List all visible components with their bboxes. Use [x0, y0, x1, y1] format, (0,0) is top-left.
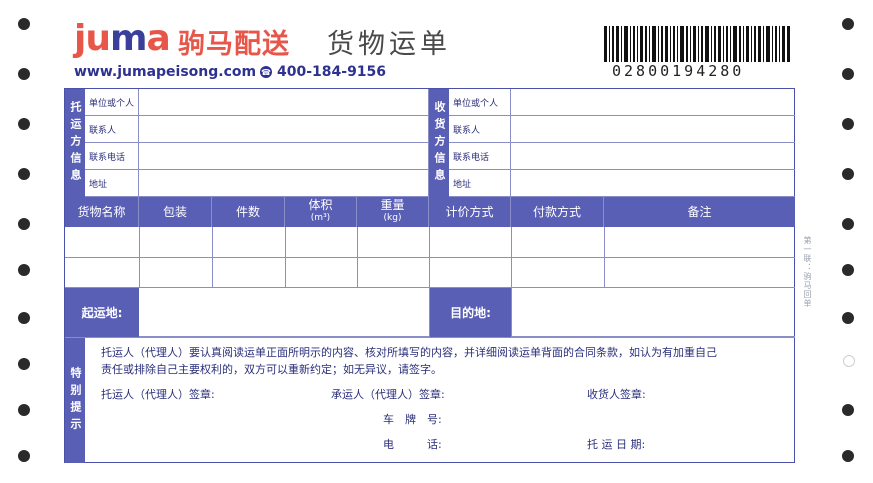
grid-line: [604, 227, 605, 287]
phone-number: ☎ 400-184-9156: [260, 64, 386, 80]
feed-hole: [18, 68, 30, 80]
notice-line: 责任或排除自己主要权利的，双方可以重新约定；如无异议，请签字。: [101, 363, 442, 376]
grid-line: [357, 227, 358, 287]
shipper-contact-field[interactable]: [139, 116, 429, 143]
feed-hole: [842, 312, 854, 324]
notice-line: 托运人（代理人）要认真阅读运单正面所明示的内容、核对所填写的内容，并详细阅读运单…: [101, 346, 717, 359]
special-notice-label: 特别提示: [65, 338, 85, 463]
receiver-address-field[interactable]: [511, 170, 795, 197]
feed-hole: [18, 264, 30, 276]
shipper-phone-field[interactable]: [139, 143, 429, 170]
packing-header: 包装: [139, 197, 212, 227]
receiver-phone-label: 联系电话: [449, 143, 511, 170]
receiver-section-label: 收货方信息: [429, 89, 449, 197]
barcode-number: 02800194280: [612, 62, 745, 80]
receiver-company-field[interactable]: [511, 89, 795, 116]
ship-date[interactable]: 托 运 日 期:: [587, 436, 645, 452]
receiver-company-label: 单位或个人: [449, 89, 511, 116]
origin-label: 起运地:: [65, 288, 139, 337]
feed-hole: [18, 404, 30, 416]
waybill-form: 托运方信息 收货方信息 单位或个人 联系人 联系电话 地址 单位或个人 联系人 …: [64, 88, 795, 463]
pricing-header: 计价方式: [429, 197, 511, 227]
feed-hole: [842, 168, 854, 180]
document-title: 货物运单: [327, 29, 451, 60]
feed-hole: [18, 18, 30, 30]
receiver-address-label: 地址: [449, 170, 511, 197]
logo-mark: j u m a: [74, 18, 171, 59]
phone-icon: ☎: [260, 66, 272, 78]
payment-header: 付款方式: [511, 197, 604, 227]
shipper-phone-label: 联系电话: [85, 143, 139, 170]
feed-hole: [842, 264, 854, 276]
barcode: [604, 26, 790, 62]
feed-hole: [843, 355, 855, 367]
shipper-contact-label: 联系人: [85, 116, 139, 143]
feed-hole: [18, 450, 30, 462]
count-header: 件数: [212, 197, 285, 227]
volume-header: 体积 (m³): [285, 197, 357, 227]
receiver-contact-field[interactable]: [511, 116, 795, 143]
carrier-signature[interactable]: 承运人（代理人）签章:: [331, 386, 445, 402]
feed-hole: [842, 118, 854, 130]
origin-field[interactable]: [139, 288, 429, 337]
shipper-section-label: 托运方信息: [65, 89, 85, 197]
destination-field[interactable]: [511, 288, 795, 337]
grid-line: [212, 227, 213, 287]
volume-unit: (m³): [310, 213, 331, 223]
copy-note: 第一联：驹马回单: [803, 236, 812, 308]
feed-hole: [842, 68, 854, 80]
feed-hole: [18, 358, 30, 370]
feed-hole: [842, 450, 854, 462]
weight-header: 重量 (kg): [357, 197, 429, 227]
shipper-signature[interactable]: 托运人（代理人）签章:: [101, 386, 215, 402]
logo-letter: u: [85, 18, 111, 59]
destination-label: 目的地:: [430, 288, 511, 337]
shipper-address-field[interactable]: [139, 170, 429, 197]
grid-line: [65, 257, 795, 258]
goods-name-header: 货物名称: [65, 197, 139, 227]
grid-line: [285, 227, 286, 287]
feed-hole: [842, 404, 854, 416]
phone-text: 400-184-9156: [277, 64, 387, 80]
weight-unit: (kg): [383, 213, 402, 223]
logo-letter: a: [146, 18, 171, 59]
feed-hole: [18, 312, 30, 324]
logo: j u m a: [74, 18, 171, 60]
shipper-company-field[interactable]: [139, 89, 429, 116]
volume-label: 体积: [308, 198, 333, 212]
feed-hole: [842, 18, 854, 30]
website-link: www.jumapeisong.com: [74, 64, 257, 80]
feed-hole: [18, 118, 30, 130]
notice-text: 托运人（代理人）要认真阅读运单正面所明示的内容、核对所填写的内容，并详细阅读运单…: [101, 344, 791, 378]
carrier-phone[interactable]: 电 话:: [383, 436, 442, 452]
grid-line: [139, 227, 140, 287]
logo-letter: j: [74, 18, 86, 59]
shipper-company-label: 单位或个人: [85, 89, 139, 116]
logo-letter: m: [109, 18, 147, 59]
brand-name: 驹马配送: [178, 29, 290, 60]
weight-label: 重量: [380, 198, 405, 212]
grid-line: [65, 337, 795, 338]
shipper-address-label: 地址: [85, 170, 139, 197]
plate-number[interactable]: 车 牌 号:: [383, 411, 442, 427]
feed-hole: [18, 168, 30, 180]
feed-hole: [842, 218, 854, 230]
receiver-contact-label: 联系人: [449, 116, 511, 143]
remark-header: 备注: [604, 197, 795, 227]
receiver-signature[interactable]: 收货人签章:: [587, 386, 646, 402]
receiver-phone-field[interactable]: [511, 143, 795, 170]
feed-hole: [18, 218, 30, 230]
